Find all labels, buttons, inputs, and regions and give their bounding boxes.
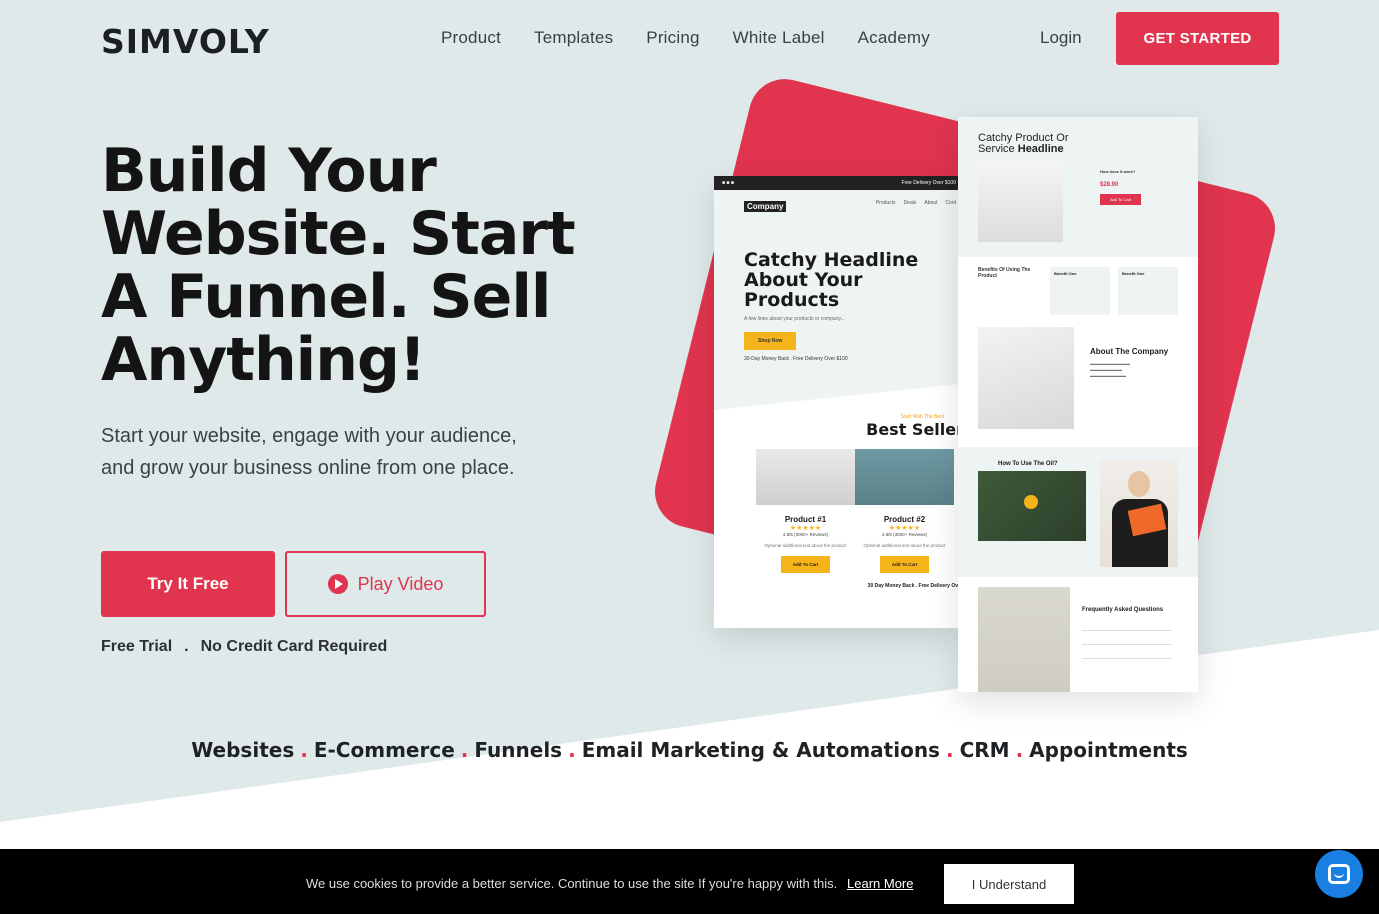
preview-shop-button: Shop Now [744, 332, 797, 350]
preview-video-thumb [978, 471, 1086, 541]
preview-top-strip: ■ ■ ■ Free Delivery Over $100 [714, 176, 964, 190]
preview-benefits: Benefits Of Using The Product Benefit On… [958, 257, 1198, 327]
preview-headline: Catchy Headline About Your Products [744, 249, 919, 311]
play-circle-icon [327, 574, 348, 594]
preview-add-to-cart: Add To Cart [879, 556, 930, 573]
social-icons: ■ ■ ■ [722, 180, 734, 186]
preview-add-to-cart: Add To Cart [780, 556, 831, 573]
main-nav: Product Templates Pricing White Label Ac… [441, 28, 963, 48]
feature-websites: Websites [191, 738, 295, 762]
nav-product[interactable]: Product [441, 28, 501, 48]
preview-product-desc: Optional additional text about the produ… [863, 543, 946, 548]
free-trial-text: Free Trial [101, 638, 173, 655]
template-preview-right: Catchy Product Or Service Headline How d… [958, 117, 1198, 692]
white-chair-image [756, 449, 855, 505]
preview-company-logo: Company [744, 201, 787, 212]
preview-hero: Company Products Deals About Cont Catchy… [714, 190, 964, 410]
cookie-text: We use cookies to provide a better servi… [306, 876, 838, 891]
feature-separator: . [460, 738, 469, 762]
feature-separator: . [1015, 738, 1024, 762]
black-chair-image [855, 449, 954, 505]
feature-separator: . [568, 738, 576, 762]
preview-product-card: Product #2 ★★★★★ 4.8/5 (3000+ Reviews) O… [855, 449, 954, 573]
preview-how-to-title: How To Use The Oil? [998, 461, 1058, 467]
play-video-button[interactable]: Play Video [285, 551, 486, 617]
chat-launcher-button[interactable] [1315, 850, 1363, 898]
learn-more-link[interactable]: Learn More [847, 876, 913, 891]
preview-faq-item [1082, 635, 1172, 645]
preview-about-text-lines: ▬▬▬▬▬▬▬▬▬▬ ▬▬▬▬▬▬▬▬ ▬▬▬▬▬▬▬▬▬ [1090, 361, 1130, 378]
preview-title-line: Service [978, 143, 1015, 155]
preview-faq-item [1082, 621, 1172, 631]
hero-headline: Build Your Website. Start A Funnel. Sell… [101, 136, 576, 395]
preview-price: $28.90 [1100, 182, 1119, 188]
preview-footer: 30 Day Money Back . Free Delivery Ov [867, 583, 958, 589]
preview-nav-item: Cont [945, 200, 956, 206]
preview-faq-title: Frequently Asked Questions [1082, 607, 1164, 613]
template-preview-left: ■ ■ ■ Free Delivery Over $100 Company Pr… [714, 176, 964, 628]
trial-note: Free Trial . No Credit Card Required [101, 638, 387, 656]
oil-bottle-image [978, 587, 1070, 692]
preview-best-seller: Best Seller [866, 420, 964, 439]
preview-product-card: Product #1 ★★★★★ 4.8/5 (3000+ Reviews) O… [756, 449, 855, 573]
nav-white-label[interactable]: White Label [733, 28, 825, 48]
preview-about: About The Company ▬▬▬▬▬▬▬▬▬▬ ▬▬▬▬▬▬▬▬ ▬▬▬▬… [958, 327, 1198, 447]
preview-benefits-title: Benefits Of Using The Product [978, 267, 1031, 279]
i-understand-button[interactable]: I Understand [944, 864, 1074, 904]
preview-product-name: Product #1 [784, 515, 827, 524]
preview-product-title: Catchy Product Or Service Headline [978, 133, 1178, 155]
no-credit-card-text: No Credit Card Required [200, 638, 388, 655]
login-link[interactable]: Login [1040, 28, 1082, 48]
preview-benefit-card: Benefit One [1050, 267, 1110, 315]
preview-how-to: How To Use The Oil? [958, 447, 1198, 577]
feature-ecommerce: E-Commerce [313, 738, 455, 762]
preview-product-info: How does it work? $28.90 Add To Cart [1100, 169, 1180, 205]
preview-products: Product #1 ★★★★★ 4.8/5 (3000+ Reviews) O… [714, 439, 964, 573]
preview-delivery-strip: Free Delivery Over $100 [901, 180, 956, 186]
woman-portrait-image [1100, 459, 1178, 567]
preview-add-button: Add To Cart [1100, 194, 1142, 205]
preview-delivery: 30-Day Money Back . Free Delivery Over $… [744, 356, 848, 362]
star-rating-icon: ★★★★★ [789, 525, 822, 532]
preview-product-name: Product #2 [883, 515, 926, 524]
try-it-free-button[interactable]: Try It Free [101, 551, 275, 617]
star-rating-icon: ★★★★★ [888, 525, 921, 532]
feature-email-marketing: Email Marketing & Automations [581, 738, 940, 762]
nav-templates[interactable]: Templates [534, 28, 613, 48]
preview-product-hero: Catchy Product Or Service Headline How d… [958, 117, 1198, 257]
chat-icon [1328, 864, 1350, 884]
feature-separator: . [300, 738, 308, 762]
cookie-banner: We use cookies to provide a better servi… [0, 849, 1379, 914]
preview-how-it-works: How does it work? [1100, 169, 1136, 174]
preview-nav: Products Deals About Cont [876, 200, 956, 206]
preview-product-rating: 4.8/5 (3000+ Reviews) [881, 532, 928, 537]
preview-small-text: A few lines about your products or compa… [744, 316, 845, 322]
preview-faq: Frequently Asked Questions [958, 577, 1198, 692]
preview-title-bold: Headline [1017, 143, 1064, 155]
feature-appointments: Appointments [1029, 738, 1188, 762]
feature-crm: CRM [959, 738, 1010, 762]
preview-nav-item: About [924, 200, 938, 206]
about-image [978, 327, 1074, 429]
nav-pricing[interactable]: Pricing [646, 28, 699, 48]
preview-about-title: About The Company [1090, 347, 1169, 356]
preview-faq-item [1082, 649, 1172, 659]
preview-product-desc: Optional additional text about the produ… [764, 543, 847, 548]
preview-nav-item: Deals [903, 200, 917, 206]
nav-academy[interactable]: Academy [858, 28, 930, 48]
preview-product-rating: 4.8/5 (3000+ Reviews) [782, 532, 829, 537]
features-list: Websites. E-Commerce. Funnels. Email Market… [0, 738, 1379, 762]
preview-benefit-card: Benefit One [1118, 267, 1178, 315]
simvoly-logo[interactable]: SIMVOLY [101, 22, 270, 61]
get-started-button[interactable]: GET STARTED [1116, 12, 1279, 65]
feature-funnels: Funnels [474, 738, 563, 762]
preview-nav-item: Products [875, 200, 896, 206]
hero-subtitle: Start your website, engage with your aud… [101, 425, 517, 479]
cosmetic-bottles-image [978, 162, 1063, 242]
play-icon [1024, 495, 1038, 509]
feature-separator: . [945, 738, 954, 762]
trial-separator: . [184, 638, 189, 655]
play-video-label: Play Video [357, 573, 444, 594]
